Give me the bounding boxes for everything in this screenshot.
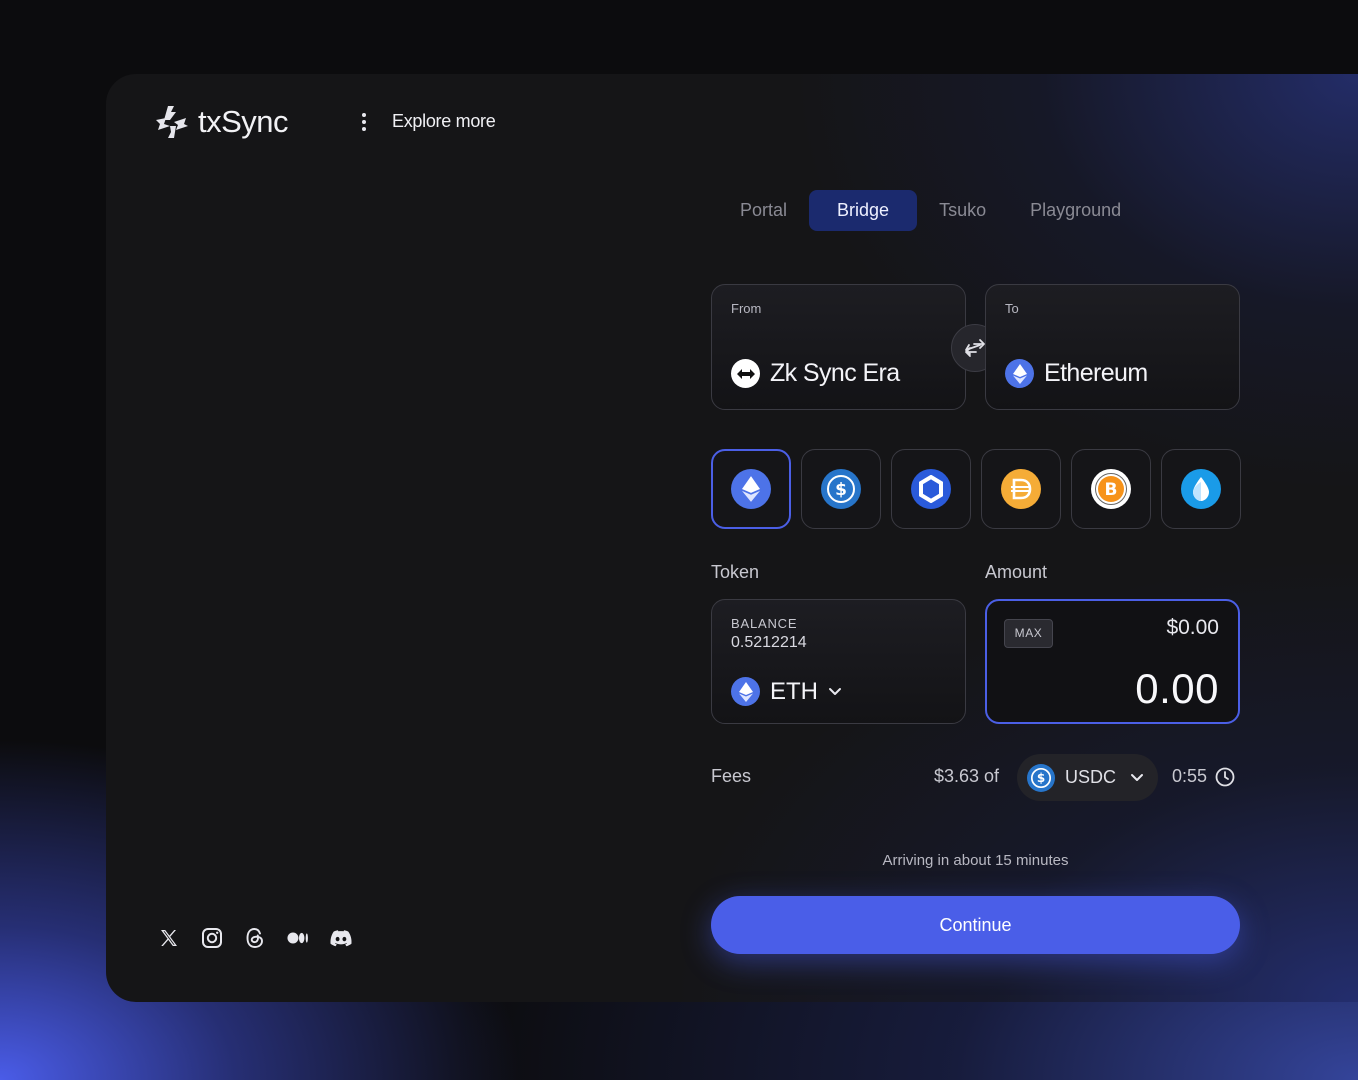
ethereum-icon: [731, 677, 760, 706]
token-option-link[interactable]: [891, 449, 971, 529]
token-option-dai[interactable]: [981, 449, 1061, 529]
tab-portal[interactable]: Portal: [718, 190, 809, 231]
token-option-btc[interactable]: B: [1071, 449, 1151, 529]
discord-icon[interactable]: [330, 927, 352, 949]
chevron-down-icon: [1131, 773, 1144, 781]
estimated-time: 0:55: [1172, 766, 1235, 787]
token-option-drop[interactable]: [1161, 449, 1241, 529]
brand-logo[interactable]: txSync: [154, 104, 289, 140]
token-dropdown[interactable]: ETH: [731, 677, 842, 706]
continue-button[interactable]: Continue: [711, 896, 1240, 954]
tab-bar: Portal Bridge Tsuko Playground: [718, 190, 1143, 231]
svg-text:B: B: [1105, 480, 1118, 500]
token-option-usdc[interactable]: $: [801, 449, 881, 529]
txsync-logo-icon: [156, 106, 188, 138]
balance-value: 0.5212214: [731, 634, 807, 651]
usdc-icon: $: [821, 469, 861, 509]
from-label: From: [731, 301, 762, 316]
fees-label: Fees: [711, 766, 752, 786]
ethereum-icon: [731, 469, 771, 509]
fee-currency-label: USDC: [1065, 767, 1117, 787]
token-option-eth[interactable]: [711, 449, 791, 529]
dai-icon: [1001, 469, 1041, 509]
tab-tsuko[interactable]: Tsuko: [917, 190, 1008, 231]
token-symbol: ETH: [770, 677, 818, 705]
amount-input[interactable]: 0.00: [1135, 665, 1219, 713]
fee-currency-dropdown[interactable]: $ USDC: [1017, 754, 1158, 801]
medium-icon[interactable]: [287, 927, 309, 949]
to-label: To: [1005, 301, 1019, 316]
max-button[interactable]: MAX: [1004, 619, 1053, 648]
blue-drop-token-icon: [1181, 469, 1221, 509]
from-chain-selector[interactable]: From Zk Sync Era: [711, 284, 966, 410]
tab-playground[interactable]: Playground: [1008, 190, 1143, 231]
instagram-icon[interactable]: [201, 927, 223, 949]
balance-label: BALANCE: [731, 616, 798, 631]
more-menu-icon[interactable]: [352, 110, 376, 134]
x-icon[interactable]: [158, 927, 180, 949]
amount-section-label: Amount: [985, 562, 1048, 582]
token-selector-box: BALANCE 0.5212214 ETH: [711, 599, 966, 724]
usdc-icon: $: [1027, 763, 1055, 792]
fees-amount: $3.63 of: [934, 766, 1000, 786]
amount-usd-value: $0.00: [1166, 616, 1219, 639]
brand-name: txSync: [198, 104, 289, 139]
to-chain-name: Ethereum: [1044, 359, 1148, 387]
amount-input-box[interactable]: MAX $0.00 0.00: [985, 599, 1240, 724]
svg-text:$: $: [835, 480, 847, 500]
bitcoin-icon: B: [1091, 469, 1131, 509]
threads-icon[interactable]: [244, 927, 266, 949]
tab-bridge[interactable]: Bridge: [809, 190, 918, 231]
chevron-down-icon: [829, 687, 841, 695]
token-quick-select: $ B: [711, 449, 1241, 529]
from-chain-name: Zk Sync Era: [770, 359, 900, 387]
to-chain-selector[interactable]: To Ethereum: [985, 284, 1240, 410]
explore-more-link[interactable]: Explore more: [392, 111, 496, 132]
ethereum-icon: [1005, 359, 1034, 388]
social-links: [158, 927, 352, 949]
clock-icon: [1215, 767, 1235, 786]
chainlink-icon: [911, 469, 951, 509]
estimated-time-value: 0:55: [1172, 766, 1208, 786]
token-section-label: Token: [711, 562, 760, 582]
main-card: txSync Explore more Portal Bridge Tsuko …: [106, 74, 1358, 1002]
svg-text:$: $: [1037, 771, 1045, 785]
arrival-estimate: Arriving in about 15 minutes: [882, 852, 1069, 869]
zksync-icon: [731, 359, 760, 388]
